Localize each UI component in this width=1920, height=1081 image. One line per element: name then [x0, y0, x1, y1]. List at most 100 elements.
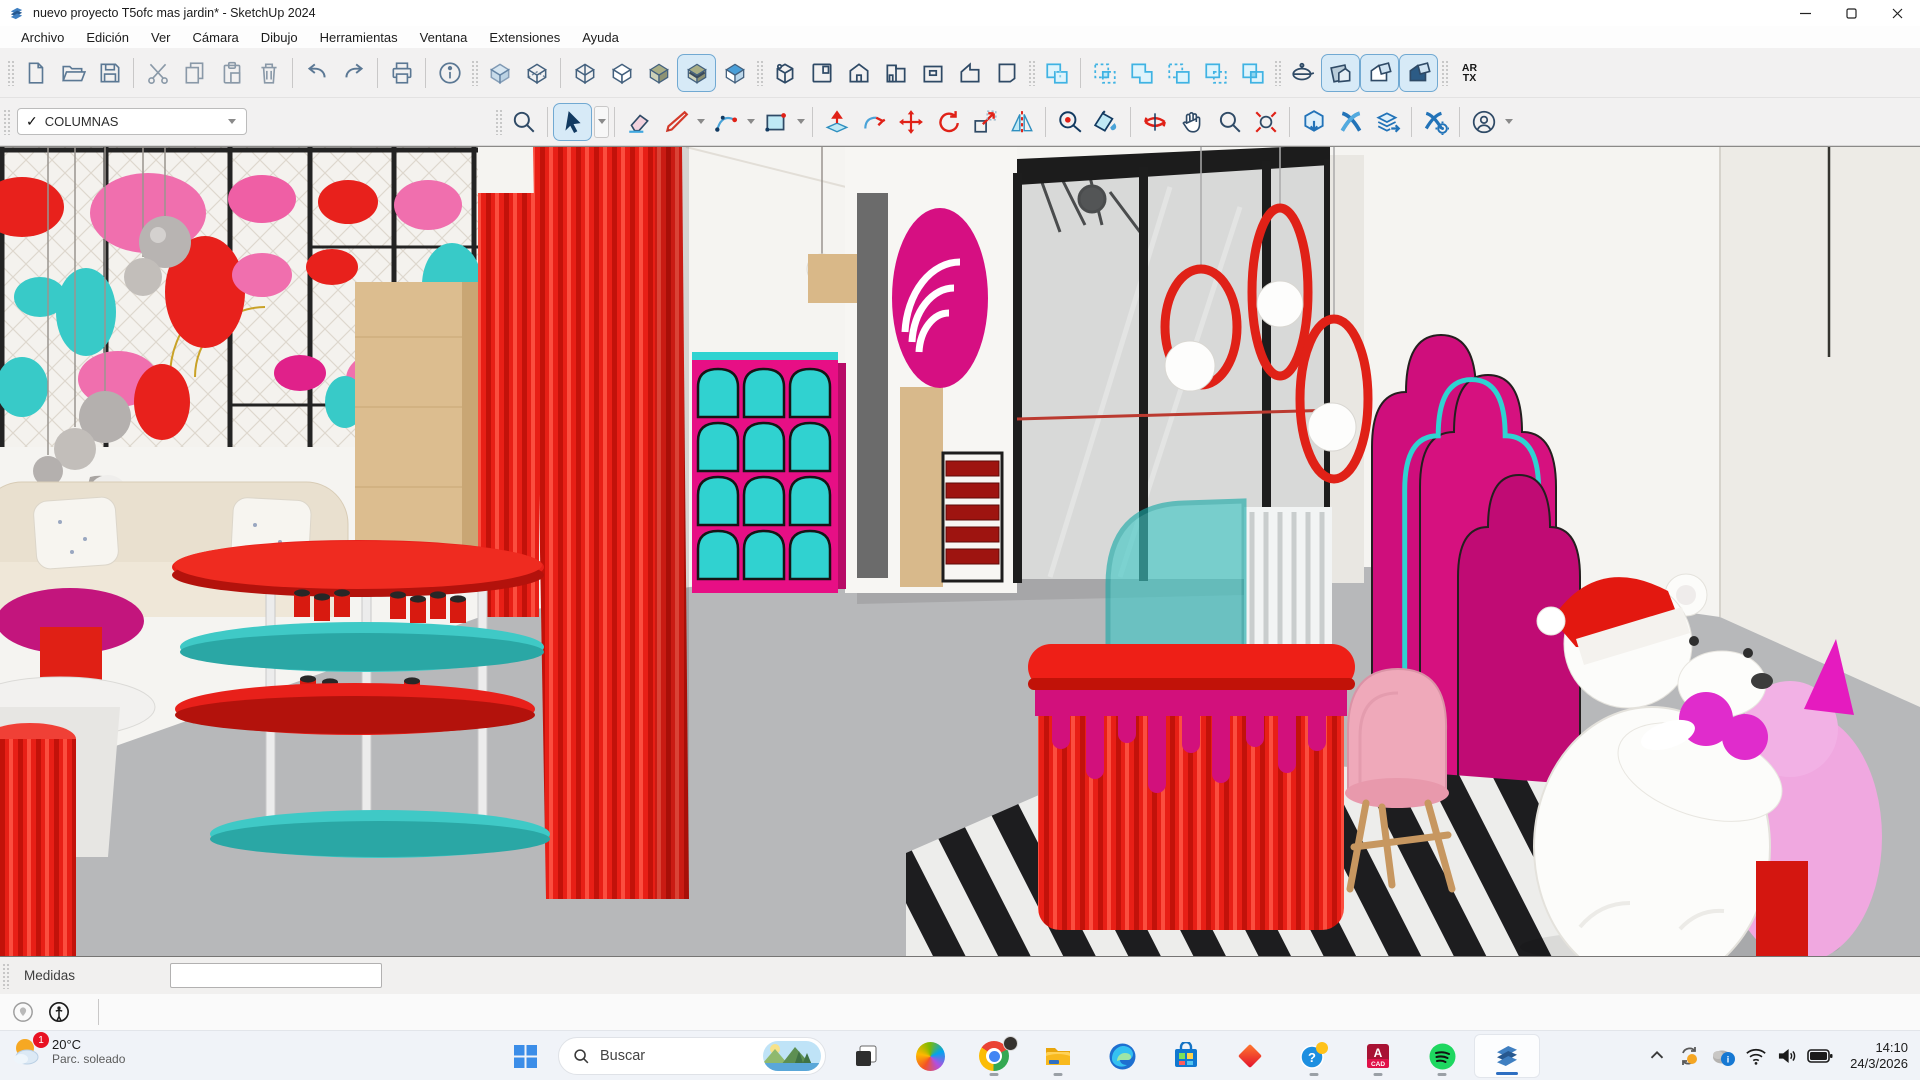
close-button[interactable]: [1874, 0, 1920, 26]
menu-camara[interactable]: Cámara: [182, 28, 250, 47]
menu-dibujo[interactable]: Dibujo: [250, 28, 309, 47]
paste-button[interactable]: [213, 55, 250, 91]
style-xray-button[interactable]: [481, 55, 518, 91]
search-tool-button[interactable]: [505, 104, 542, 140]
zoom-extents-button[interactable]: [1247, 104, 1284, 140]
rectangle-dropdown-caret[interactable]: [794, 105, 807, 139]
active-tag-dropdown[interactable]: ✓ COLUMNAS: [17, 108, 247, 135]
taskbar-search[interactable]: Buscar: [558, 1037, 826, 1075]
onedrive-tray-icon[interactable]: i: [1710, 1044, 1736, 1068]
chrome-button[interactable]: [962, 1034, 1026, 1078]
new-file-button[interactable]: [17, 55, 54, 91]
intersect-button[interactable]: [1086, 55, 1123, 91]
zoom-tool-button[interactable]: [1210, 104, 1247, 140]
minimize-button[interactable]: [1782, 0, 1828, 26]
menu-extensiones[interactable]: Extensiones: [478, 28, 571, 47]
toolbar-grip[interactable]: [1441, 60, 1448, 86]
geolocation-icon[interactable]: [12, 1001, 34, 1023]
task-view-button[interactable]: [834, 1034, 898, 1078]
extension-manager-button[interactable]: [1417, 104, 1454, 140]
weather-widget[interactable]: 1 20°C Parc. soleado: [10, 1035, 125, 1069]
view-top-button[interactable]: [803, 55, 840, 91]
undo-button[interactable]: [298, 55, 335, 91]
display-section-planes-button[interactable]: [1321, 54, 1360, 92]
battery-icon[interactable]: [1807, 1045, 1833, 1067]
help-app-button[interactable]: ?: [1282, 1034, 1346, 1078]
microsoft-store-button[interactable]: [1154, 1034, 1218, 1078]
sketchup-taskbar-button[interactable]: [1474, 1034, 1540, 1078]
print-button[interactable]: [383, 55, 420, 91]
style-shaded-textures-button[interactable]: [677, 54, 716, 92]
view-back-button[interactable]: [914, 55, 951, 91]
measurements-input[interactable]: [170, 963, 382, 988]
account-button[interactable]: [1465, 104, 1502, 140]
file-explorer-button[interactable]: [1026, 1034, 1090, 1078]
toolbar-grip[interactable]: [7, 60, 14, 86]
style-shaded-button[interactable]: [640, 55, 677, 91]
copy-button[interactable]: [176, 55, 213, 91]
eraser-tool-button[interactable]: [620, 104, 657, 140]
view-iso-button[interactable]: [766, 55, 803, 91]
style-back-edges-button[interactable]: [518, 55, 555, 91]
display-section-fill-button[interactable]: [1399, 54, 1438, 92]
menu-ayuda[interactable]: Ayuda: [571, 28, 630, 47]
arc-dropdown-caret[interactable]: [744, 105, 757, 139]
credits-icon[interactable]: [48, 1001, 70, 1023]
menu-archivo[interactable]: Archivo: [10, 28, 75, 47]
toolbar-grip[interactable]: [2, 963, 9, 989]
move-tool-button[interactable]: [892, 104, 929, 140]
edge-button[interactable]: [1090, 1034, 1154, 1078]
autocad-button[interactable]: A CAD: [1346, 1034, 1410, 1078]
display-section-cuts-button[interactable]: [1360, 54, 1399, 92]
view-left-button[interactable]: [951, 55, 988, 91]
red-diamond-app-button[interactable]: [1218, 1034, 1282, 1078]
extension-warehouse-button[interactable]: [1332, 104, 1369, 140]
pan-tool-button[interactable]: [1173, 104, 1210, 140]
account-dropdown-caret[interactable]: [1502, 105, 1515, 139]
start-button[interactable]: [500, 1034, 550, 1078]
clock[interactable]: 14:10 24/3/2026: [1850, 1040, 1908, 1072]
tape-measure-tool-button[interactable]: [1051, 104, 1088, 140]
copilot-button[interactable]: [898, 1034, 962, 1078]
orbit-tool-button[interactable]: [1136, 104, 1173, 140]
style-hidden-line-button[interactable]: [603, 55, 640, 91]
toolbar-grip[interactable]: [495, 109, 502, 135]
maximize-button[interactable]: [1828, 0, 1874, 26]
viewport-canvas[interactable]: [0, 146, 1920, 957]
flip-tool-button[interactable]: [1003, 104, 1040, 140]
view-right-button[interactable]: [877, 55, 914, 91]
menu-ventana[interactable]: Ventana: [409, 28, 479, 47]
subtract-button[interactable]: [1160, 55, 1197, 91]
section-plane-button[interactable]: [1284, 55, 1321, 91]
cut-button[interactable]: [139, 55, 176, 91]
toolbar-grip[interactable]: [1274, 60, 1281, 86]
select-dropdown-caret[interactable]: [594, 106, 609, 138]
hidden-icons-chevron[interactable]: [1646, 1045, 1668, 1067]
spotify-button[interactable]: [1410, 1034, 1474, 1078]
model-info-button[interactable]: [431, 55, 468, 91]
delete-button[interactable]: [250, 55, 287, 91]
rectangle-tool-button[interactable]: [757, 104, 794, 140]
3d-warehouse-button[interactable]: [1295, 104, 1332, 140]
sync-tray-icon[interactable]: [1677, 1044, 1701, 1068]
select-tool-button[interactable]: [553, 103, 592, 141]
pencil-tool-button[interactable]: [657, 104, 694, 140]
paint-bucket-tool-button[interactable]: [1088, 104, 1125, 140]
push-pull-tool-button[interactable]: [818, 104, 855, 140]
outer-shell-button[interactable]: [1038, 55, 1075, 91]
rotate-tool-button[interactable]: [929, 104, 966, 140]
toolbar-grip[interactable]: [756, 60, 763, 86]
open-button[interactable]: [54, 55, 91, 91]
search-daily-image[interactable]: [763, 1041, 821, 1071]
redo-button[interactable]: [335, 55, 372, 91]
menu-herramientas[interactable]: Herramientas: [309, 28, 409, 47]
trim-button[interactable]: [1197, 55, 1234, 91]
pencil-dropdown-caret[interactable]: [694, 105, 707, 139]
view-front-button[interactable]: [840, 55, 877, 91]
view-bottom-button[interactable]: [988, 55, 1025, 91]
scale-tool-button[interactable]: [966, 104, 1003, 140]
split-button[interactable]: [1234, 55, 1271, 91]
volume-icon[interactable]: [1776, 1045, 1798, 1067]
share-button[interactable]: [1369, 104, 1406, 140]
toolbar-grip[interactable]: [1028, 60, 1035, 86]
